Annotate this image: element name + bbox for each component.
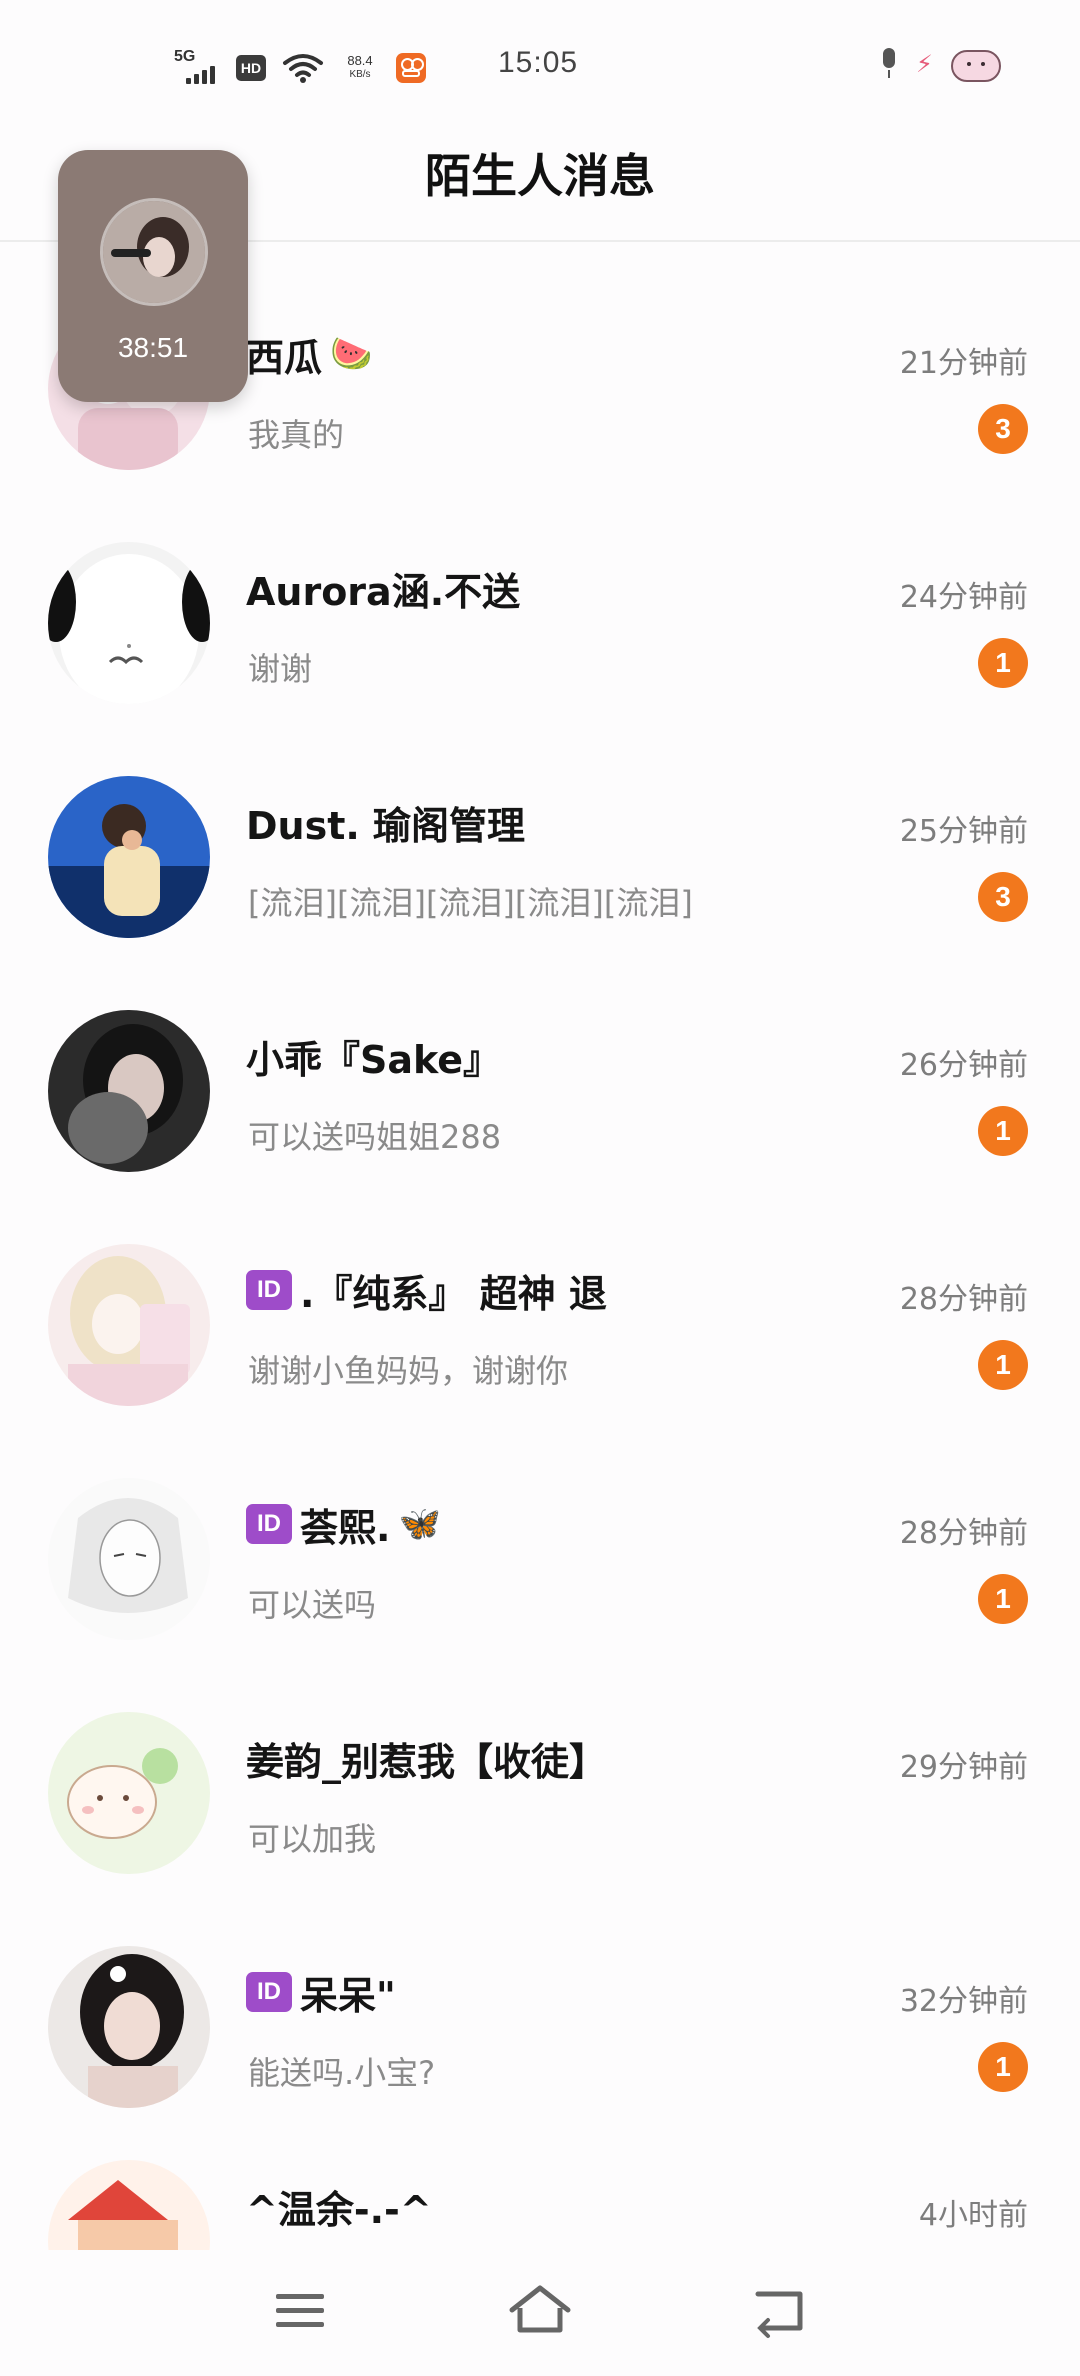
watermelon-emoji: 🍉 xyxy=(330,334,373,374)
unread-badge: 3 xyxy=(978,404,1028,454)
message-time: 28分钟前 xyxy=(899,1516,1028,1551)
call-avatar xyxy=(100,198,208,306)
app-root: 5G HD 88.4 KB/s 15:05 ⚡ 陌生人消息 西瓜 🍉 21分钟前… xyxy=(0,0,1080,2376)
charging-icon: ⚡ xyxy=(916,50,933,78)
menu-button[interactable] xyxy=(260,2280,340,2340)
call-timer: 38:51 xyxy=(117,332,189,363)
contact-name-line: ^温余-.-^ xyxy=(246,2176,846,2236)
status-time: 15:05 xyxy=(498,46,579,79)
message-preview: 能送吗.小宝? xyxy=(248,2054,436,2092)
contact-name: .『纯系』 超神 退 xyxy=(300,1271,607,1316)
avatar xyxy=(48,542,210,704)
contact-name-line: 姜韵_别惹我【收徒】 xyxy=(246,1728,846,1788)
unread-badge: 1 xyxy=(978,1574,1028,1624)
message-preview: 可以加我 xyxy=(248,1820,377,1858)
message-preview: 谢谢 xyxy=(248,650,313,688)
back-nav-button[interactable] xyxy=(740,2280,820,2340)
conversation-row[interactable]: 小乖『Sake』 26分钟前 可以送吗姐姐288 1 xyxy=(0,966,1080,1200)
contact-name-line: 西瓜 🍉 xyxy=(246,324,846,384)
wifi-icon xyxy=(283,54,323,83)
message-time: 26分钟前 xyxy=(899,1048,1028,1083)
message-time: 24分钟前 xyxy=(899,580,1028,615)
message-preview: 我真的 xyxy=(248,416,345,454)
message-preview: 可以送吗姐姐288 xyxy=(248,1118,502,1156)
message-preview: 可以送吗 xyxy=(248,1586,377,1624)
contact-name: Dust. 瑜阁管理 xyxy=(246,803,526,848)
message-time: 29分钟前 xyxy=(899,1750,1028,1785)
contact-name-line: ID 呆呆" xyxy=(246,1962,846,2022)
message-preview: [流泪][流泪][流泪][流泪][流泪] xyxy=(248,884,693,922)
avatar xyxy=(48,2160,210,2250)
conversation-row[interactable]: ID 呆呆" 32分钟前 能送吗.小宝? 1 xyxy=(0,1902,1080,2136)
microphone-icon xyxy=(878,46,900,82)
contact-name-line: 小乖『Sake』 xyxy=(246,1026,846,1086)
avatar xyxy=(48,776,210,938)
conversation-row[interactable]: ID 荟熙. 🦋 28分钟前 可以送吗 1 xyxy=(0,1434,1080,1668)
contact-name: 小乖『Sake』 xyxy=(246,1037,502,1082)
contact-name-line: ID 荟熙. 🦋 xyxy=(246,1494,846,1554)
unread-badge: 3 xyxy=(978,872,1028,922)
speed-unit: KB/s xyxy=(349,69,371,80)
conversation-row[interactable]: 姜韵_别惹我【收徒】 29分钟前 可以加我 xyxy=(0,1668,1080,1902)
system-navigation-bar xyxy=(0,2250,1080,2376)
status-bar: 5G HD 88.4 KB/s 15:05 ⚡ xyxy=(0,0,1080,130)
avatar xyxy=(48,1712,210,1874)
battery-pet-icon xyxy=(949,44,1003,84)
avatar xyxy=(48,1010,210,1172)
status-left: 5G HD 88.4 KB/s xyxy=(172,46,426,90)
network-speed: 88.4 KB/s xyxy=(340,54,380,82)
message-preview: 谢谢小鱼妈妈，谢谢你 xyxy=(248,1352,569,1390)
conversation-row[interactable]: Aurora涵.不送 24分钟前 谢谢 1 xyxy=(0,498,1080,732)
message-time: 21分钟前 xyxy=(899,346,1028,381)
network-type: 5G xyxy=(174,48,196,65)
speed-value: 88.4 xyxy=(347,53,373,68)
conversation-row[interactable]: ID .『纯系』 超神 退 28分钟前 谢谢小鱼妈妈，谢谢你 1 xyxy=(0,1200,1080,1434)
home-button[interactable] xyxy=(500,2280,580,2340)
contact-name-line: Dust. 瑜阁管理 xyxy=(246,792,846,852)
contact-name-line: Aurora涵.不送 xyxy=(246,558,846,618)
contact-name: 姜韵_别惹我【收徒】 xyxy=(246,1739,608,1784)
message-time: 28分钟前 xyxy=(899,1282,1028,1317)
contact-name: Aurora涵.不送 xyxy=(246,569,521,614)
floating-call-window[interactable]: 38:51 xyxy=(58,150,248,402)
avatar xyxy=(48,1946,210,2108)
unread-badge: 1 xyxy=(978,2042,1028,2092)
contact-name: 荟熙. xyxy=(300,1505,391,1550)
contact-name-line: ID .『纯系』 超神 退 xyxy=(246,1260,846,1320)
signal-icon: 5G xyxy=(172,48,220,86)
contact-name: ^温余-.-^ xyxy=(246,2187,432,2232)
conversation-row[interactable]: ^温余-.-^ 4小时前 xyxy=(0,2136,1080,2250)
unread-badge: 1 xyxy=(978,638,1028,688)
avatar xyxy=(48,1244,210,1406)
avatar xyxy=(48,1478,210,1640)
back-icon xyxy=(755,2291,803,2338)
id-badge: ID xyxy=(246,1270,292,1310)
unread-badge: 1 xyxy=(978,1340,1028,1390)
id-badge: ID xyxy=(246,1504,292,1544)
butterfly-emoji: 🦋 xyxy=(398,1504,441,1544)
menu-icon xyxy=(276,2294,324,2327)
message-time: 25分钟前 xyxy=(899,814,1028,849)
id-badge: ID xyxy=(246,1972,292,2012)
status-right: ⚡ xyxy=(878,44,1003,84)
app-notification-icon xyxy=(396,53,426,83)
conversation-row[interactable]: Dust. 瑜阁管理 25分钟前 [流泪][流泪][流泪][流泪][流泪] 3 xyxy=(0,732,1080,966)
unread-badge: 1 xyxy=(978,1106,1028,1156)
hd-icon: HD xyxy=(236,55,266,81)
message-time: 4小时前 xyxy=(918,2198,1028,2233)
contact-name: 西瓜 xyxy=(246,335,323,380)
home-icon xyxy=(509,2285,571,2333)
contact-name: 呆呆" xyxy=(300,1973,396,2018)
message-time: 32分钟前 xyxy=(899,1984,1028,2019)
